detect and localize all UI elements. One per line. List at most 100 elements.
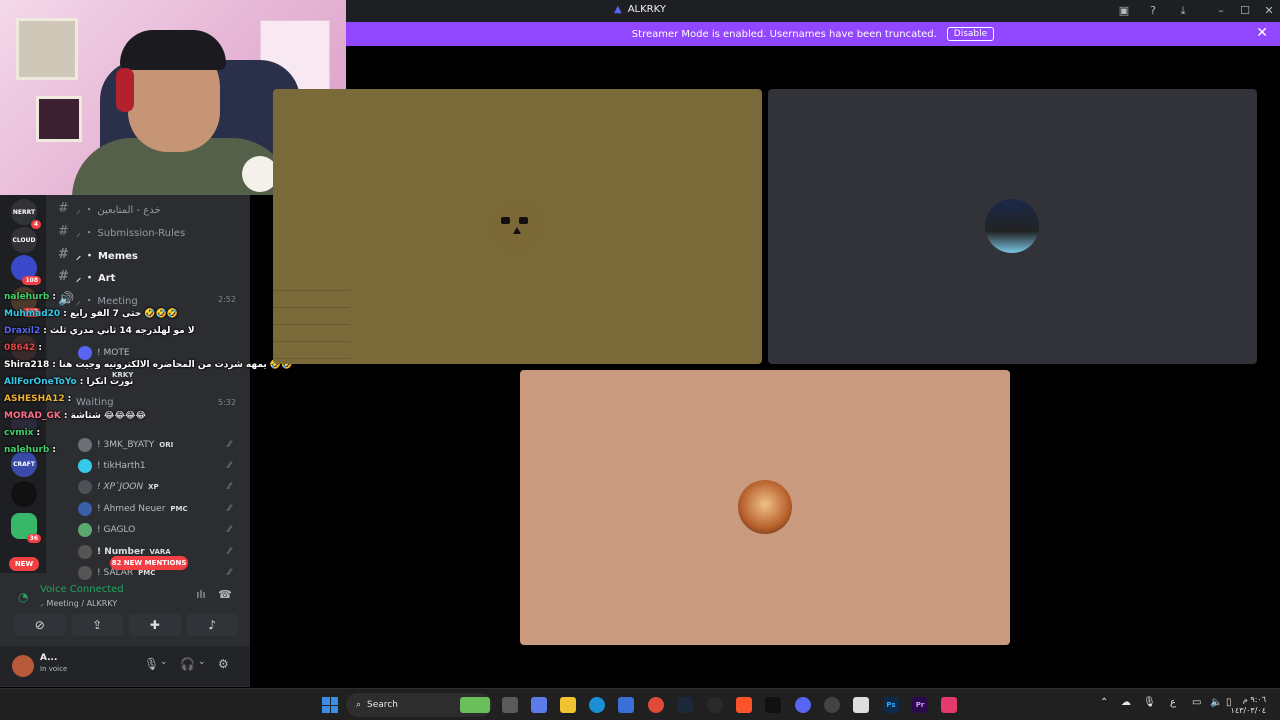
gear-icon[interactable]: ⚙ bbox=[218, 657, 229, 671]
signal-icon[interactable]: ◔ bbox=[18, 590, 28, 604]
window-title: ▲ ALKRKY bbox=[614, 4, 666, 15]
activities-button[interactable]: ✚ bbox=[129, 614, 181, 636]
avatar bbox=[78, 502, 92, 516]
server-icon[interactable]: 108 bbox=[11, 255, 41, 285]
channel-item[interactable]: # ⸝ ・ Memes bbox=[58, 244, 138, 264]
title-bar: ▲ ALKRKY ▣ ? ⤓ – ☐ ✕ bbox=[346, 0, 1280, 22]
chrome-icon[interactable] bbox=[648, 697, 664, 713]
obs-icon[interactable] bbox=[707, 697, 723, 713]
chat-message: MORAD_GK: شتاشة 😂😂😂😂 bbox=[4, 411, 146, 421]
headphones-icon[interactable]: 🎧 bbox=[180, 657, 195, 671]
voice-tile[interactable] bbox=[520, 370, 1010, 645]
skull-avatar-icon bbox=[501, 217, 533, 237]
new-mentions-pill[interactable]: 82 NEW MENTIONS bbox=[110, 556, 188, 570]
user-panel: A... In voice 🎙 ⌄ 🎧 ⌄ ⚙ bbox=[0, 646, 250, 686]
bandana bbox=[120, 30, 226, 70]
deafened-icon: ⁄⁄ bbox=[228, 482, 232, 492]
maximize-icon[interactable]: ☐ bbox=[1238, 4, 1252, 18]
microphone-icon[interactable]: 🎙 bbox=[1143, 697, 1156, 708]
minimize-icon[interactable]: – bbox=[1214, 4, 1228, 18]
channel-item[interactable]: # ⸝ ・ خدع - المتابعين bbox=[58, 198, 161, 218]
discord-icon[interactable] bbox=[795, 697, 811, 713]
volume-icon[interactable]: 🔈 bbox=[1210, 697, 1222, 708]
stream-chat-overlay: nalehurb: Muhmad20: حتى 7 الفو رابع 🤣🤣🤣 … bbox=[4, 292, 292, 462]
server-icon[interactable] bbox=[11, 481, 37, 507]
server-icon[interactable]: CLOUD bbox=[11, 227, 37, 253]
chat-message: Muhmad20: حتى 7 الفو رابع 🤣🤣🤣 bbox=[4, 309, 179, 319]
store-icon[interactable] bbox=[618, 697, 634, 713]
disable-streamer-mode-button[interactable]: Disable bbox=[946, 27, 995, 41]
chat-message: nalehurb: bbox=[4, 445, 56, 455]
voice-location[interactable]: ⸝ Meeting / ALKRKY bbox=[40, 598, 117, 609]
banner-message: Streamer Mode is enabled. Usernames have… bbox=[631, 28, 937, 40]
copilot-icon[interactable] bbox=[531, 697, 547, 713]
server-icon[interactable]: 36 bbox=[11, 513, 41, 543]
soundboard-button[interactable]: ♪ bbox=[186, 614, 238, 636]
file-explorer-icon[interactable] bbox=[560, 697, 576, 713]
hash-icon: # bbox=[58, 200, 69, 216]
deafened-icon: ⁄⁄ bbox=[228, 547, 232, 557]
task-view-icon[interactable] bbox=[502, 697, 518, 713]
close-window-icon[interactable]: ✕ bbox=[1262, 4, 1276, 18]
photoshop-icon[interactable]: Ps bbox=[883, 697, 899, 713]
chat-message: AllForOneToYo: نورت انكرا bbox=[4, 377, 134, 387]
brave-icon[interactable] bbox=[736, 697, 752, 713]
headset bbox=[116, 68, 134, 112]
tiktok-icon[interactable] bbox=[941, 697, 957, 713]
windows-taskbar: ⌕ Search Ps Pr ⌃ ☁ 🎙 ع ▭ 🔈 ▯ ٩:٠٦ م ١٤٣/… bbox=[0, 688, 1280, 720]
channel-item[interactable]: # ⸝ ・ Submission-Rules bbox=[58, 221, 185, 241]
chat-message: Shira218: يمهه شردت من المحاضره الالكترو… bbox=[4, 360, 293, 370]
hash-icon: # bbox=[58, 246, 69, 262]
voice-member[interactable]: ! Ahmed Neuer PMC ⁄⁄ bbox=[78, 499, 231, 519]
chevron-up-icon[interactable]: ⌃ bbox=[1100, 697, 1108, 708]
new-servers-pill[interactable]: NEW bbox=[9, 557, 39, 571]
microphone-icon[interactable]: 🎙 bbox=[144, 657, 159, 671]
voice-tile[interactable] bbox=[768, 89, 1257, 364]
deafened-icon: ⁄⁄ bbox=[228, 461, 232, 471]
onedrive-icon[interactable]: ☁ bbox=[1121, 697, 1131, 708]
premiere-icon[interactable]: Pr bbox=[912, 697, 928, 713]
voice-member[interactable]: ! GAGLO ⁄⁄ bbox=[78, 520, 231, 540]
widgets-icon[interactable] bbox=[460, 697, 490, 713]
app-icon[interactable] bbox=[824, 697, 840, 713]
taskbar-clock[interactable]: ٩:٠٦ م ١٤٣/٠٣/٠٤ bbox=[1231, 694, 1266, 716]
chat-message: nalehurb: bbox=[4, 292, 56, 302]
app-icon[interactable] bbox=[853, 697, 869, 713]
inbox-icon[interactable]: ▣ bbox=[1117, 4, 1131, 18]
network-icon[interactable]: ▭ bbox=[1192, 697, 1201, 708]
hash-icon: # bbox=[58, 268, 69, 284]
capcut-icon[interactable] bbox=[765, 697, 781, 713]
participant-avatar bbox=[985, 199, 1039, 253]
camera-off-button[interactable]: ⊘ bbox=[14, 614, 66, 636]
language-indicator[interactable]: ع bbox=[1170, 697, 1176, 708]
chat-message: 08642: bbox=[4, 343, 42, 353]
server-icon[interactable]: NERRT 4 bbox=[11, 199, 41, 229]
participant-avatar bbox=[738, 480, 792, 534]
avatar bbox=[78, 523, 92, 537]
deafened-icon: ⁄⁄ bbox=[228, 504, 232, 514]
close-banner-icon[interactable]: ✕ bbox=[1256, 26, 1268, 40]
award-plaque bbox=[36, 96, 82, 142]
chat-message: ASHESHA12: bbox=[4, 394, 72, 404]
deafened-icon: ⁄⁄ bbox=[228, 568, 232, 578]
award-plaque bbox=[16, 18, 78, 80]
hash-icon: # bbox=[58, 223, 69, 239]
chevron-down-icon[interactable]: ⌄ bbox=[198, 657, 206, 667]
avatar[interactable] bbox=[12, 655, 34, 677]
username[interactable]: A... bbox=[40, 653, 57, 663]
voice-status[interactable]: Voice Connected bbox=[40, 584, 124, 595]
windows-start-icon[interactable] bbox=[322, 697, 338, 713]
chevron-down-icon[interactable]: ⌄ bbox=[160, 657, 168, 667]
voice-member[interactable]: ! XP`JOON XP ⁄⁄ bbox=[78, 477, 231, 497]
screen-share-button[interactable]: ⇪ bbox=[71, 614, 123, 636]
channel-item[interactable]: # ⸝ ・ Art bbox=[58, 266, 115, 286]
noise-suppression-icon[interactable]: ılı bbox=[192, 588, 210, 604]
voice-actions: ⊘ ⇪ ✚ ♪ bbox=[14, 614, 238, 636]
search-icon: ⌕ bbox=[356, 700, 362, 710]
streamer-mode-banner: Streamer Mode is enabled. Usernames have… bbox=[346, 22, 1280, 46]
disconnect-icon[interactable]: ☎ bbox=[216, 588, 234, 604]
download-icon[interactable]: ⤓ bbox=[1176, 4, 1190, 18]
steam-icon[interactable] bbox=[677, 697, 693, 713]
help-icon[interactable]: ? bbox=[1146, 4, 1160, 18]
edge-icon[interactable] bbox=[589, 697, 605, 713]
